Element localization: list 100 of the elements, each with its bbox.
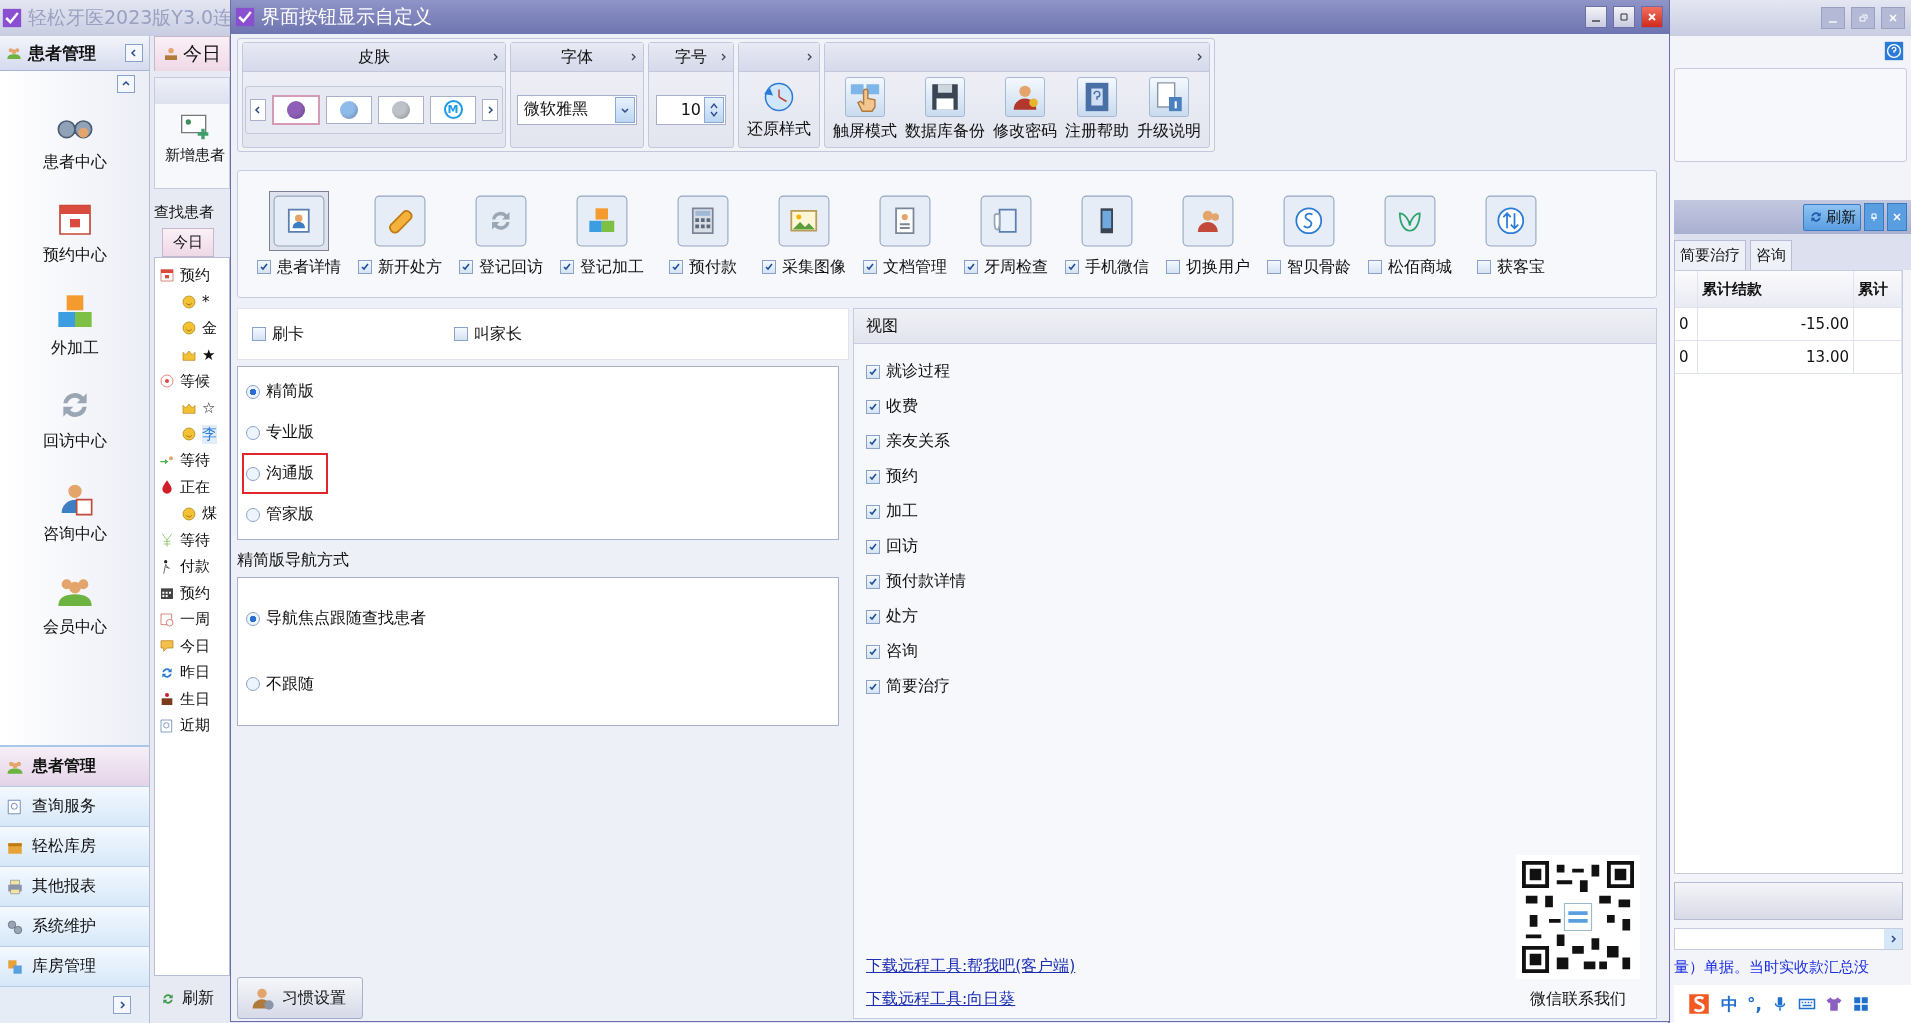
new-patient-button[interactable]: 新增患者 (155, 104, 230, 165)
checkbox[interactable] (866, 539, 880, 554)
checkbox[interactable] (866, 399, 880, 414)
ribbon-button[interactable]: 还原样式 (745, 77, 813, 142)
close-button[interactable] (1887, 203, 1907, 231)
checkbox[interactable] (761, 260, 776, 274)
checkbox[interactable] (252, 327, 266, 341)
ribbon-button[interactable]: 升级说明 (1135, 75, 1203, 144)
nav-item[interactable]: 预约中心 (0, 186, 149, 279)
edition-radio[interactable]: 管家版 (242, 494, 328, 535)
radio-button[interactable] (246, 677, 260, 692)
ribbon-button[interactable]: 修改密码 (991, 75, 1059, 144)
feature-checkbox[interactable]: 文档管理 (862, 256, 947, 278)
feature-checkbox[interactable]: 牙周检查 (963, 256, 1048, 278)
tab[interactable]: 咨询 (1750, 240, 1792, 270)
tree-item[interactable]: 等待 (159, 527, 225, 554)
feature-checkbox[interactable]: 登记回访 (458, 256, 543, 278)
tree-item[interactable]: 今日 (159, 633, 225, 660)
skin-option[interactable] (272, 94, 320, 125)
radio-button[interactable] (246, 611, 260, 626)
s-logo-icon[interactable] (1686, 991, 1712, 1017)
feature-checkbox[interactable]: 切换用户 (1165, 256, 1250, 278)
grid-icon[interactable] (1851, 995, 1870, 1013)
ribbon-button[interactable]: 数据库备份 (903, 75, 987, 144)
checkbox[interactable] (1367, 260, 1382, 274)
view-checkbox[interactable]: 回访 (854, 529, 1656, 564)
checkbox[interactable] (866, 609, 880, 624)
tab[interactable]: 简要治疗 (1674, 240, 1746, 270)
tree-item[interactable]: 近期 (159, 712, 225, 739)
checkbox[interactable] (1165, 260, 1180, 274)
nav-item[interactable]: 患者中心 (0, 93, 149, 186)
checkbox[interactable] (866, 574, 880, 589)
edition-radio[interactable]: 专业版 (242, 412, 328, 453)
checkbox[interactable] (866, 364, 880, 379)
view-checkbox[interactable]: 处方 (854, 599, 1656, 634)
nav-item[interactable]: 会员中心 (0, 558, 149, 651)
module-tab[interactable]: 系统维护 (0, 907, 149, 947)
checkbox[interactable] (1476, 260, 1491, 274)
option-checkbox[interactable]: 刷卡 (252, 323, 304, 345)
checkbox[interactable] (559, 260, 574, 274)
ribbon-button[interactable]: 注册帮助 (1063, 75, 1131, 144)
checkbox[interactable] (454, 327, 468, 341)
navigation-radio[interactable]: 不跟随 (242, 663, 834, 705)
today-tab[interactable]: 今日 (154, 36, 230, 71)
ribbon-button[interactable]: 触屏模式 (831, 75, 899, 144)
font-size-spinner[interactable]: 10 (656, 94, 726, 125)
module-tab[interactable]: 查询服务 (0, 787, 149, 827)
radio-button[interactable] (246, 425, 260, 440)
view-checkbox[interactable]: 亲友关系 (854, 424, 1656, 459)
checkbox[interactable] (357, 260, 372, 274)
tree-item[interactable]: 生日 (159, 686, 225, 713)
edition-radio[interactable]: 精简版 (242, 371, 328, 412)
tree-item[interactable]: 等待 (159, 447, 225, 474)
scroll-left-button[interactable] (250, 98, 266, 121)
view-checkbox[interactable]: 简要治疗 (854, 669, 1656, 704)
expand-button[interactable] (113, 996, 131, 1014)
habit-settings-button[interactable]: 习惯设置 (237, 977, 363, 1019)
checkbox[interactable] (1266, 260, 1281, 274)
view-checkbox[interactable]: 咨询 (854, 634, 1656, 669)
view-checkbox[interactable]: 预约 (854, 459, 1656, 494)
tree-item[interactable]: 煤 (159, 500, 225, 527)
checkbox[interactable] (1064, 260, 1079, 274)
radio-button[interactable] (246, 466, 260, 481)
input-mode[interactable]: 中 (1721, 992, 1738, 1016)
close-button[interactable] (1641, 6, 1663, 28)
feature-tile[interactable] (268, 190, 329, 251)
checkbox[interactable] (866, 644, 880, 659)
module-tab[interactable]: 其他报表 (0, 867, 149, 907)
module-tab[interactable]: 轻松库房 (0, 827, 149, 867)
feature-checkbox[interactable]: 预付款 (668, 256, 737, 278)
tree-item[interactable]: 预约 (159, 580, 225, 607)
column-header[interactable]: 累计结款 (1698, 271, 1854, 307)
edition-radio[interactable]: 沟通版 (242, 453, 328, 494)
font-select[interactable]: 微软雅黑 (517, 94, 637, 125)
close-button[interactable] (1881, 7, 1905, 29)
tree-item[interactable]: ☆ (159, 394, 225, 421)
tree-item[interactable]: * (159, 288, 225, 315)
checkbox[interactable] (866, 434, 880, 449)
checkbox[interactable] (866, 504, 880, 519)
view-checkbox[interactable]: 预付款详情 (854, 564, 1656, 599)
radio-button[interactable] (246, 384, 260, 399)
feature-checkbox[interactable]: 手机微信 (1064, 256, 1149, 278)
tree-item[interactable]: 金 (159, 315, 225, 342)
feature-checkbox[interactable]: 登记加工 (559, 256, 644, 278)
collapse-button[interactable] (125, 44, 143, 62)
module-tab[interactable]: 患者管理 (0, 747, 149, 787)
checkbox[interactable] (866, 469, 880, 484)
feature-checkbox[interactable]: 智贝骨龄 (1266, 256, 1351, 278)
scroll-up-button[interactable] (117, 75, 135, 93)
feature-checkbox[interactable]: 采集图像 (761, 256, 846, 278)
horizontal-scrollbar[interactable] (1674, 928, 1903, 950)
view-checkbox[interactable]: 就诊过程 (854, 354, 1656, 389)
tree-item[interactable]: 正在 (159, 474, 225, 501)
scroll-right-button[interactable] (1884, 929, 1902, 949)
checkbox[interactable] (862, 260, 877, 274)
feature-checkbox[interactable]: 新开处方 (357, 256, 442, 278)
refresh-button[interactable]: 刷新 (1803, 203, 1861, 231)
nav-item[interactable]: 回访中心 (0, 372, 149, 465)
tree-item[interactable]: 付款 (159, 553, 225, 580)
navigation-radio[interactable]: 导航焦点跟随查找患者 (242, 598, 834, 640)
